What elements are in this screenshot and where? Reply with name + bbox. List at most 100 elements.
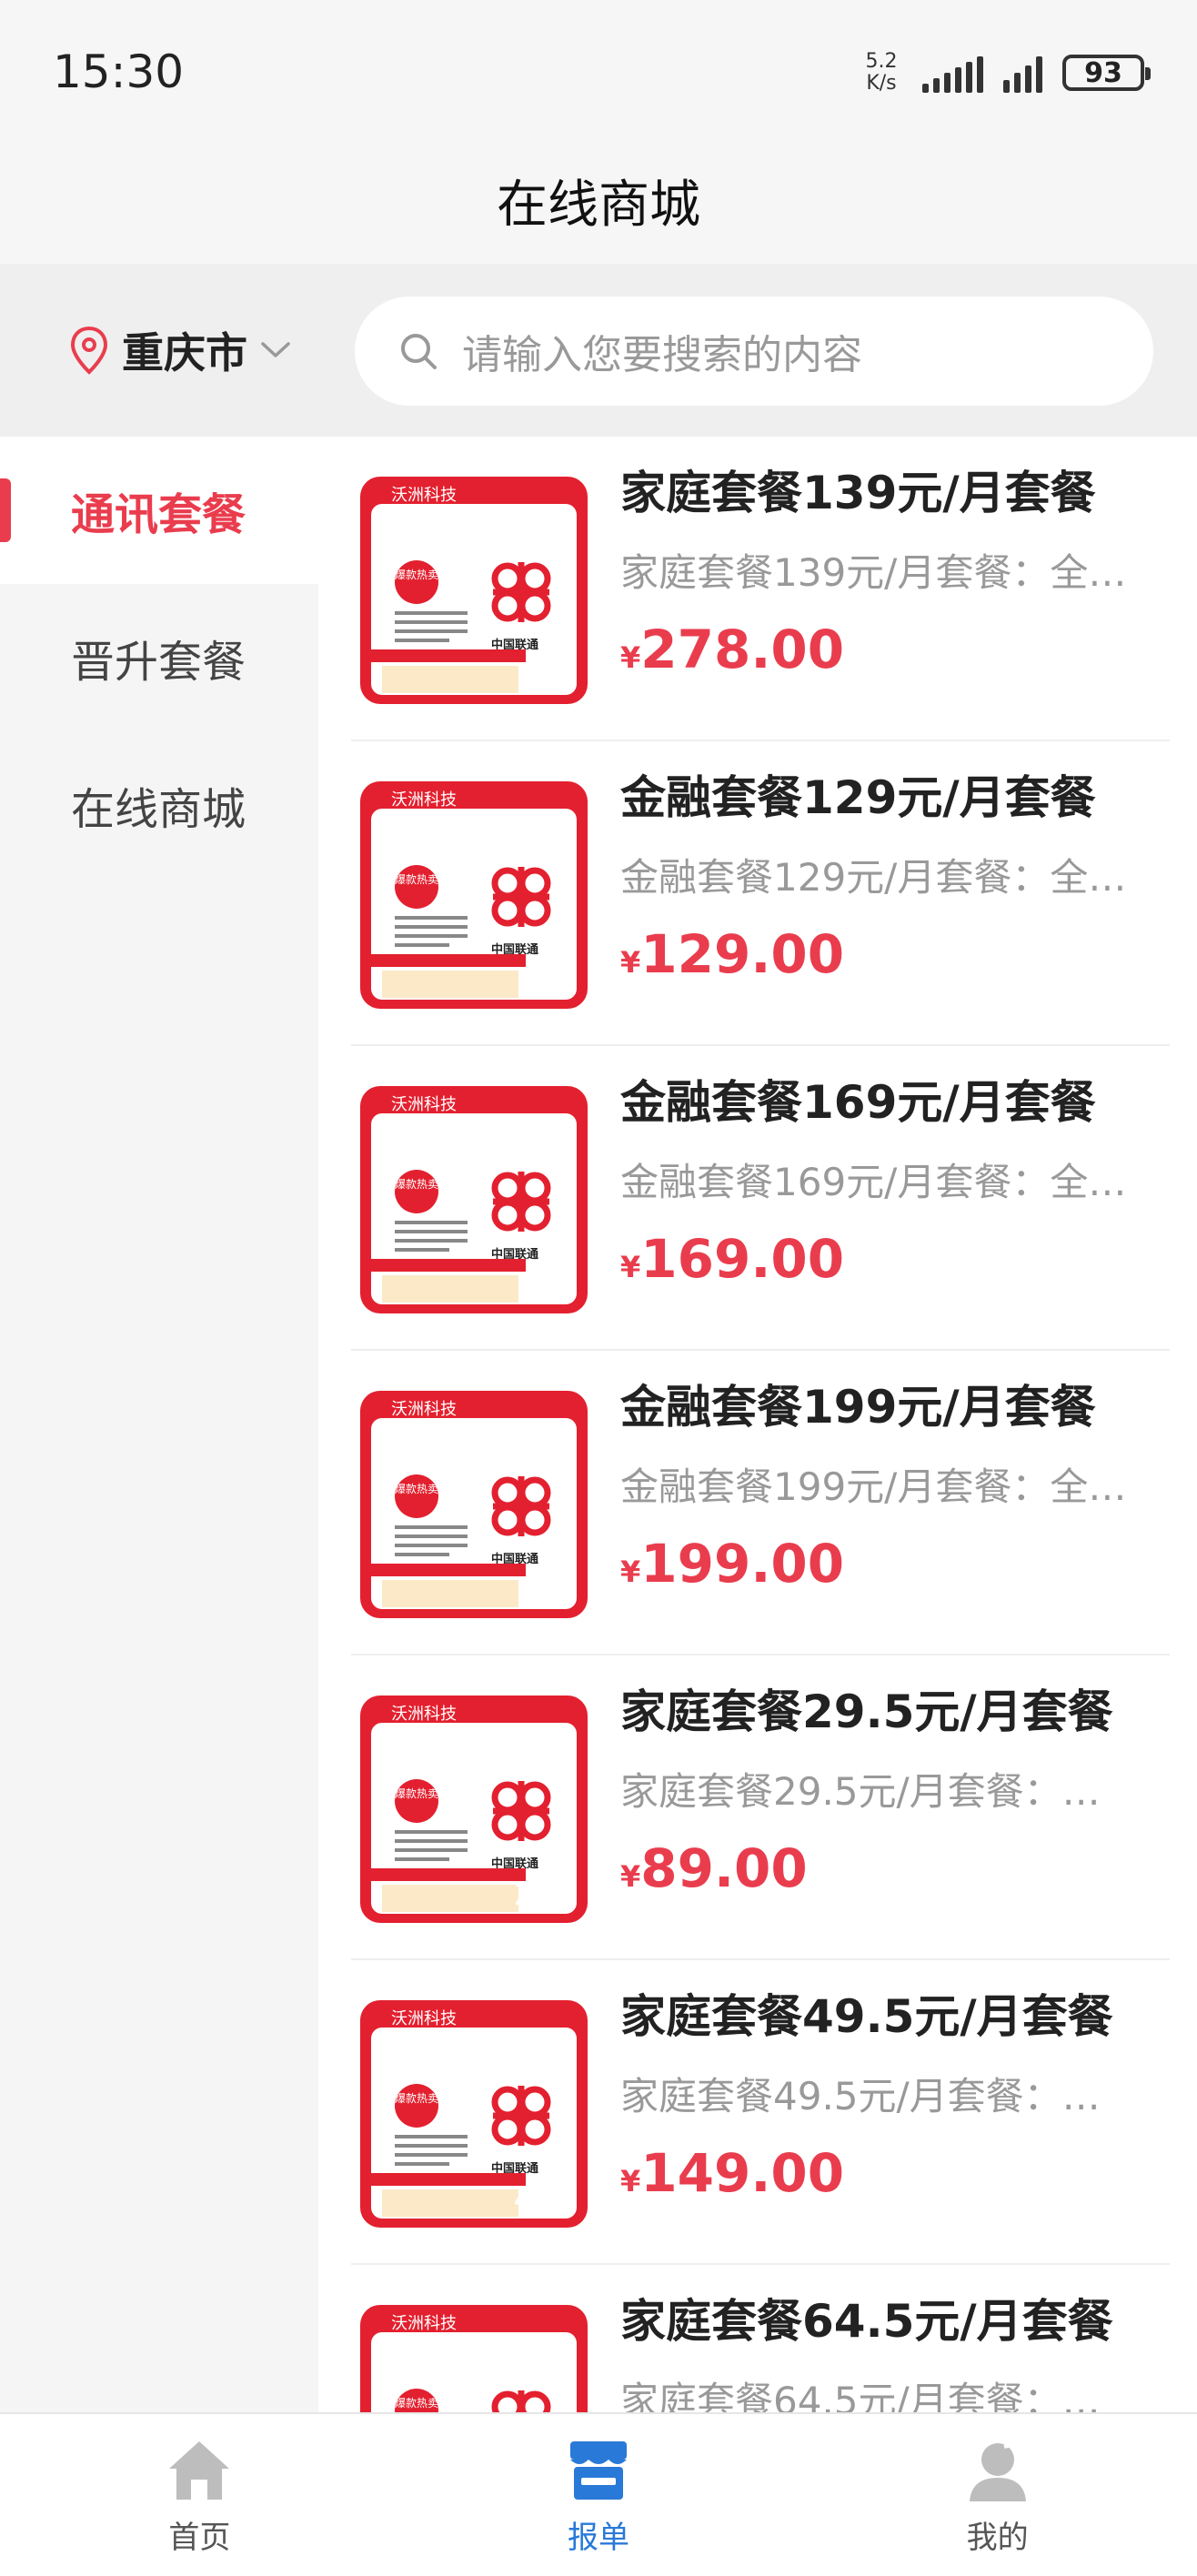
china-unicom-logo-icon: [491, 1172, 551, 1232]
product-item[interactable]: 沃洲科技爆款热卖中国联通家庭套餐64.5元/月套餐家庭套餐64.5元/月套餐：……: [351, 2265, 1170, 2412]
thumb-strip: [371, 954, 526, 967]
price-amount: 149.00: [640, 2142, 845, 2204]
price-amount: 129.00: [640, 923, 845, 985]
sidebar-item-promotion[interactable]: 晋升套餐: [0, 584, 318, 731]
store-icon: [570, 2441, 627, 2500]
product-title: 家庭套餐49.5元/月套餐: [620, 1990, 1113, 2043]
product-thumbnail: 沃洲科技 爆款热卖 中国联通 29.5: [360, 1696, 588, 1923]
thumb-footer: [382, 666, 518, 693]
product-item[interactable]: 沃洲科技 爆款热卖 中国联通 199 金融套餐199元/月套餐 金融套餐199元/月套餐：…: [351, 1351, 1170, 1655]
sidebar-item-mall[interactable]: 在线商城: [0, 731, 318, 879]
tab-orders-label: 报单: [568, 2520, 629, 2556]
currency-symbol: ¥: [620, 1250, 641, 1284]
thumb-strip: [371, 1564, 526, 1576]
product-item[interactable]: 沃洲科技 爆款热卖 中国联通 169 金融套餐169元/月套餐 金融套餐169元/月套餐：…: [351, 1046, 1170, 1351]
china-unicom-logo-icon: [491, 562, 551, 622]
tab-home-label: 首页: [168, 2520, 231, 2556]
sidebar-item-telecom[interactable]: 通讯套餐: [0, 437, 318, 584]
product-item[interactable]: 沃洲科技 爆款热卖 中国联通 129 金融套餐129元/月套餐 金融套餐129元/月套餐：…: [351, 741, 1170, 1046]
network-speed-value: 5.2: [865, 50, 898, 73]
network-speed: 5.2 K/s: [860, 51, 902, 95]
title-bar: 在线商城: [0, 136, 1197, 264]
thumb-details: [395, 2135, 468, 2171]
china-unicom-logo-icon: [491, 1476, 551, 1536]
hot-sale-badge: 爆款热卖: [395, 865, 438, 909]
thumb-price: 29.5: [513, 1877, 578, 1912]
chevron-down-icon: [261, 342, 290, 357]
hot-sale-badge: 爆款热卖: [395, 1779, 438, 1823]
thumb-price: 169: [522, 1268, 578, 1303]
tab-bar: 首页 报单 我的: [0, 2412, 1197, 2576]
thumb-brand: 沃洲科技: [391, 486, 457, 505]
tab-profile[interactable]: 我的: [798, 2414, 1197, 2576]
status-bar: 15:30 5.2 K/s 93: [0, 0, 1197, 136]
home-icon: [169, 2441, 230, 2500]
china-unicom-logo-icon: [491, 867, 551, 927]
search-icon: [401, 334, 437, 369]
thumb-price: 49.5: [513, 2182, 578, 2217]
city-selector[interactable]: 重庆市: [69, 318, 291, 382]
currency-symbol: ¥: [620, 1555, 641, 1589]
product-title: 金融套餐129元/月套餐: [620, 771, 1096, 824]
battery-level: 93: [1084, 56, 1122, 89]
hot-sale-badge: 爆款热卖: [395, 1474, 438, 1518]
tab-orders[interactable]: 报单: [399, 2414, 799, 2576]
product-description: 家庭套餐139元/月套餐：全…: [620, 550, 1127, 595]
thumb-footer: [382, 1275, 518, 1303]
network-speed-unit: K/s: [866, 72, 897, 95]
price-amount: 199.00: [640, 1533, 845, 1595]
product-price: ¥278.00: [620, 619, 844, 680]
product-price: ¥149.00: [620, 2142, 844, 2204]
price-amount: 89.00: [640, 1837, 808, 1899]
currency-symbol: ¥: [620, 1859, 641, 1894]
thumb-strip: [371, 649, 526, 662]
product-description: 金融套餐199元/月套餐：全…: [620, 1464, 1127, 1509]
thumb-brand: 沃洲科技: [391, 2314, 457, 2333]
tab-profile-label: 我的: [966, 2520, 1029, 2556]
location-pin-icon: [70, 326, 108, 375]
product-thumbnail: 沃洲科技爆款热卖中国联通: [360, 2305, 588, 2412]
thumb-details: [395, 916, 468, 952]
status-time: 15:30: [53, 45, 185, 98]
product-description: 金融套餐129元/月套餐：全…: [620, 855, 1127, 900]
product-price: ¥199.00: [620, 1533, 844, 1595]
product-description: 家庭套餐29.5元/月套餐：…: [620, 1769, 1101, 1814]
signal-icon-secondary: [1003, 53, 1042, 93]
price-amount: 278.00: [640, 619, 845, 680]
thumb-strip: [371, 1868, 526, 1881]
currency-symbol: ¥: [620, 2164, 641, 2199]
thumb-footer: [382, 1885, 518, 1912]
thumb-strip: [371, 2173, 526, 2186]
china-unicom-logo-icon: [491, 1781, 551, 1841]
battery-icon: 93: [1062, 55, 1151, 91]
tab-home[interactable]: 首页: [0, 2414, 399, 2576]
thumb-brand: 沃洲科技: [391, 2009, 457, 2028]
hot-sale-badge: 爆款热卖: [395, 560, 438, 604]
search-row: 重庆市 请输入您要搜索的内容: [0, 264, 1197, 437]
hot-sale-badge: 爆款热卖: [395, 1170, 438, 1213]
thumb-brand: 沃洲科技: [391, 790, 457, 810]
product-title: 家庭套餐64.5元/月套餐: [620, 2295, 1113, 2348]
thumb-price: 139: [522, 659, 578, 693]
product-description: 金融套餐169元/月套餐：全…: [620, 1160, 1127, 1204]
thumb-price: 129: [522, 963, 578, 998]
product-item[interactable]: 沃洲科技 爆款热卖 中国联通 29.5 家庭套餐29.5元/月套餐 家庭套餐29.5元/月…: [351, 1655, 1170, 1960]
hot-sale-badge: 爆款热卖: [395, 2084, 438, 2128]
product-price: ¥89.00: [620, 1837, 808, 1899]
profile-icon: [969, 2443, 1026, 2501]
product-price: ¥129.00: [620, 923, 844, 985]
thumb-brand: 沃洲科技: [391, 1400, 457, 1419]
product-title: 金融套餐199元/月套餐: [620, 1381, 1096, 1434]
price-amount: 169.00: [640, 1228, 845, 1290]
thumb-footer: [382, 1580, 518, 1607]
city-name: 重庆市: [122, 328, 247, 377]
thumb-strip: [371, 1259, 526, 1272]
thumb-details: [395, 1525, 468, 1562]
thumb-details: [395, 611, 468, 648]
search-input[interactable]: 请输入您要搜索的内容: [355, 297, 1153, 406]
product-item[interactable]: 沃洲科技 爆款热卖 中国联通 49.5 家庭套餐49.5元/月套餐 家庭套餐49.5元/月…: [351, 1960, 1170, 2265]
product-title: 金融套餐169元/月套餐: [620, 1076, 1096, 1129]
product-item[interactable]: 沃洲科技 爆款热卖 中国联通 139 家庭套餐139元/月套餐 家庭套餐139元/月套餐：…: [351, 437, 1170, 741]
currency-symbol: ¥: [620, 945, 641, 980]
product-thumbnail: 沃洲科技 爆款热卖 中国联通 199: [360, 1391, 588, 1618]
